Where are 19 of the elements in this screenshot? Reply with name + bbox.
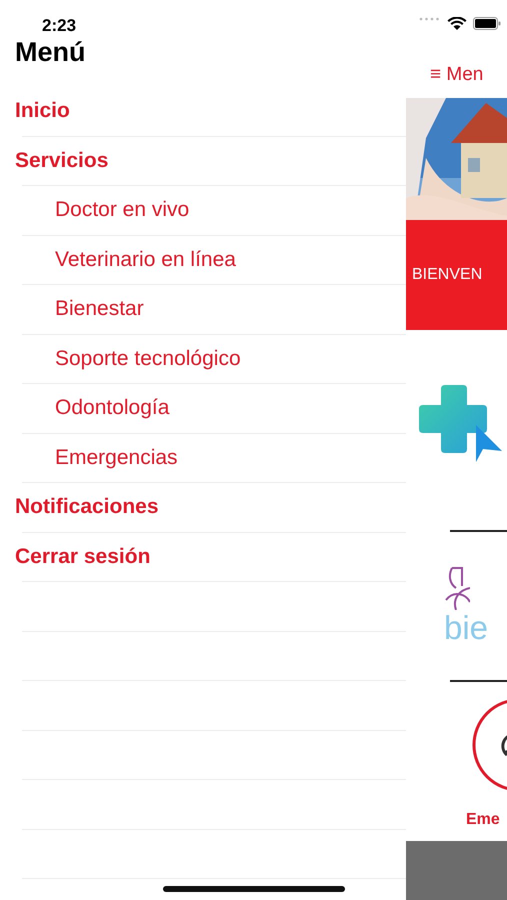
wellness-logo-text: bie (444, 610, 488, 646)
menu-item[interactable]: Notificaciones (15, 495, 159, 520)
submenu-item[interactable]: Veterinario en línea (55, 248, 236, 272)
menu-item[interactable]: Inicio (15, 99, 70, 124)
wifi-icon (447, 17, 467, 31)
submenu-item[interactable]: Soporte tecnológico (55, 346, 241, 371)
emergency-label: Eme (465, 811, 501, 829)
battery-icon (473, 17, 501, 30)
status-time: 2:23 (41, 15, 78, 35)
submenu-item[interactable]: Doctor en vivo (55, 198, 190, 222)
menu-item[interactable]: Servicios (15, 148, 108, 173)
drawer-title: Menú (14, 36, 86, 69)
submenu-item[interactable]: Bienestar (55, 297, 144, 322)
menu-button[interactable]: ≡ Men (406, 52, 507, 98)
submenu-item[interactable]: Odontología (55, 396, 170, 420)
submenu-item[interactable]: Emergencias (55, 446, 178, 470)
signal-icon (419, 17, 441, 21)
banner-text: BIENVEN (412, 266, 482, 284)
menu-item[interactable]: Cerrar sesión (15, 544, 150, 569)
